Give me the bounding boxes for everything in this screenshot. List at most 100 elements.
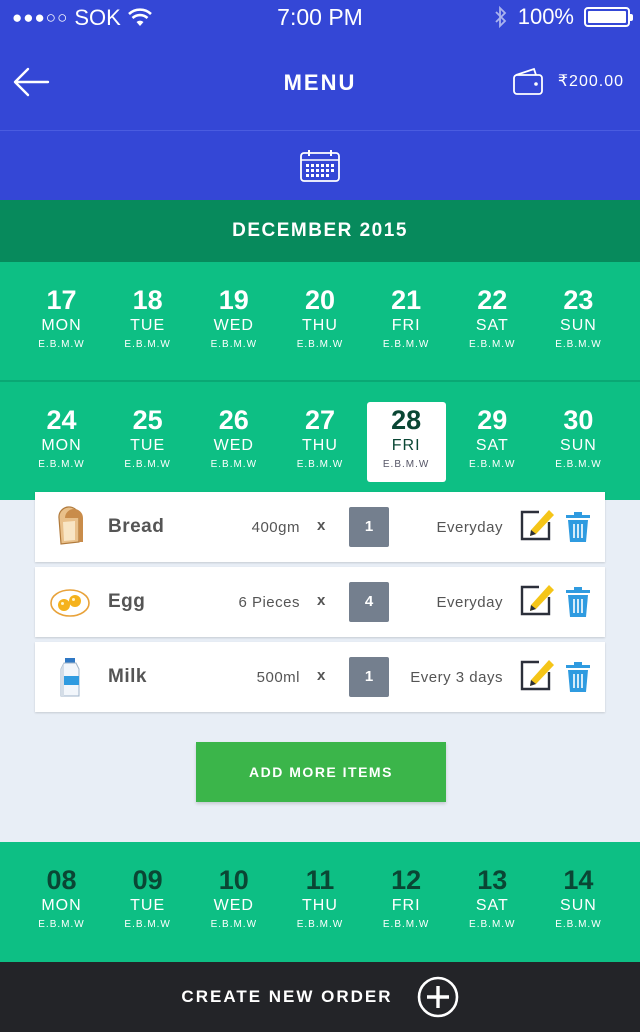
- day-number: 12: [391, 865, 422, 895]
- item-name: Egg: [108, 591, 146, 612]
- day-number: 11: [305, 865, 335, 895]
- create-new-order-button[interactable]: CREATE NEW ORDER: [0, 962, 640, 1032]
- day-number: 22: [477, 285, 508, 315]
- day-cell[interactable]: 10 WED E.B.M.W: [194, 862, 273, 942]
- bread-icon: [58, 506, 83, 545]
- wallet-balance[interactable]: ₹200.00: [512, 66, 624, 96]
- day-number: 26: [218, 405, 249, 435]
- item-name: Bread: [108, 516, 165, 537]
- day-cell[interactable]: 17 MON E.B.M.W: [22, 282, 101, 362]
- day-name: FRI: [391, 897, 421, 914]
- day-name: THU: [302, 317, 338, 334]
- item-quantity: 400gm: [251, 519, 300, 536]
- day-meals: E.B.M.W: [296, 339, 344, 350]
- day-cell[interactable]: 21 FRI E.B.M.W: [367, 282, 446, 362]
- day-cell-selected[interactable]: 28 FRI E.B.M.W: [366, 402, 446, 482]
- day-name: THU: [302, 897, 338, 914]
- day-name: SAT: [475, 897, 509, 914]
- day-meals: E.B.M.W: [555, 459, 602, 470]
- day-number: 08: [46, 865, 77, 895]
- day-name: TUE: [130, 317, 166, 334]
- plus-circle-icon: [417, 976, 458, 1018]
- day-meals: E.B.M.W: [555, 919, 602, 930]
- day-cell[interactable]: 22 SAT E.B.M.W: [453, 282, 532, 362]
- edit-icon[interactable]: [519, 656, 555, 692]
- menu-items-list: Bread 400gm x 1 Everyday Egg 6 Pieces x …: [35, 492, 605, 717]
- day-number: 21: [391, 285, 422, 315]
- edit-icon[interactable]: [519, 506, 555, 542]
- day-number: 25: [132, 405, 163, 435]
- egg-icon: [50, 589, 90, 617]
- day-name: THU: [302, 437, 338, 454]
- edit-icon[interactable]: [519, 581, 555, 617]
- day-name: WED: [213, 437, 254, 454]
- day-meals: E.B.M.W: [469, 339, 516, 350]
- day-cell[interactable]: 12 FRI E.B.M.W: [367, 862, 446, 942]
- day-meals: E.B.M.W: [210, 919, 258, 930]
- day-cell[interactable]: 14 SUN E.B.M.W: [539, 862, 618, 942]
- day-meals: E.B.M.W: [382, 459, 430, 470]
- day-number: 09: [132, 865, 163, 895]
- day-cell[interactable]: 11 THU E.B.M.W: [280, 862, 359, 942]
- day-cell[interactable]: 30 SUN E.B.M.W: [539, 402, 618, 482]
- day-cell[interactable]: 26 WED E.B.M.W: [194, 402, 273, 482]
- day-meals: E.B.M.W: [210, 339, 258, 350]
- battery-percent: 100%: [517, 4, 574, 29]
- day-meals: E.B.M.W: [555, 339, 602, 350]
- trash-icon[interactable]: [565, 512, 591, 542]
- item-count[interactable]: 1: [349, 507, 389, 547]
- week-row: 17 MON E.B.M.W 18 TUE E.B.M.W 19 WED E.B.M.W 2…: [0, 262, 640, 382]
- day-number: 14: [563, 865, 594, 895]
- day-name: FRI: [391, 437, 421, 454]
- day-cell[interactable]: 29 SAT E.B.M.W: [453, 402, 532, 482]
- trash-icon[interactable]: [565, 587, 591, 617]
- day-cell[interactable]: 24 MON E.B.M.W: [22, 402, 101, 482]
- item-quantity: 6 Pieces: [238, 594, 300, 611]
- day-cell[interactable]: 25 TUE E.B.M.W: [108, 402, 187, 482]
- day-name: SUN: [560, 317, 597, 334]
- day-number: 13: [477, 865, 508, 895]
- day-number: 10: [218, 865, 249, 895]
- day-meals: E.B.M.W: [38, 339, 85, 350]
- day-meals: E.B.M.W: [124, 919, 171, 930]
- status-right: 100%: [494, 4, 633, 30]
- day-number: 29: [477, 405, 508, 435]
- battery-icon: [584, 7, 633, 27]
- day-meals: E.B.M.W: [296, 919, 344, 930]
- bluetooth-icon: [495, 5, 506, 29]
- day-name: SUN: [560, 897, 597, 914]
- day-name: TUE: [130, 897, 166, 914]
- day-meals: E.B.M.W: [124, 339, 171, 350]
- day-number: 28: [391, 405, 422, 435]
- trash-icon[interactable]: [565, 662, 591, 692]
- day-meals: E.B.M.W: [210, 459, 258, 470]
- day-name: SAT: [475, 437, 509, 454]
- day-meals: E.B.M.W: [296, 459, 344, 470]
- day-meals: E.B.M.W: [38, 459, 85, 470]
- day-cell[interactable]: 08 MON E.B.M.W: [22, 862, 101, 942]
- day-cell[interactable]: 23 SUN E.B.M.W: [539, 282, 618, 362]
- status-bar: ●●●○○ SOK 7:00 PM 100%: [0, 0, 640, 36]
- day-name: FRI: [391, 317, 421, 334]
- calendar-icon[interactable]: [299, 149, 341, 183]
- item-count[interactable]: 1: [349, 657, 389, 697]
- multiply-sign: x: [317, 667, 326, 684]
- day-number: 18: [132, 285, 163, 315]
- day-name: SAT: [475, 317, 509, 334]
- app-header: MENU ₹200.00: [0, 36, 640, 130]
- item-count[interactable]: 4: [349, 582, 389, 622]
- day-cell[interactable]: 09 TUE E.B.M.W: [108, 862, 187, 942]
- list-item: Milk 500ml x 1 Every 3 days: [35, 642, 605, 712]
- day-cell[interactable]: 18 TUE E.B.M.W: [108, 282, 187, 362]
- day-cell[interactable]: 20 THU E.B.M.W: [280, 282, 359, 362]
- add-more-items-button[interactable]: ADD MORE ITEMS: [196, 742, 446, 802]
- week-row: 24 MON E.B.M.W 25 TUE E.B.M.W 26 WED E.B.M.W 2…: [0, 382, 640, 500]
- day-cell[interactable]: 19 WED E.B.M.W: [194, 282, 273, 362]
- day-meals: E.B.M.W: [382, 339, 430, 350]
- footer-label: CREATE NEW ORDER: [181, 987, 393, 1006]
- day-cell[interactable]: 13 SAT E.B.M.W: [453, 862, 532, 942]
- week-row: 08 MON E.B.M.W 09 TUE E.B.M.W 10 WED E.B.M.W 1…: [0, 842, 640, 962]
- day-cell[interactable]: 27 THU E.B.M.W: [280, 402, 359, 482]
- day-number: 24: [46, 405, 77, 435]
- day-meals: E.B.M.W: [124, 459, 171, 470]
